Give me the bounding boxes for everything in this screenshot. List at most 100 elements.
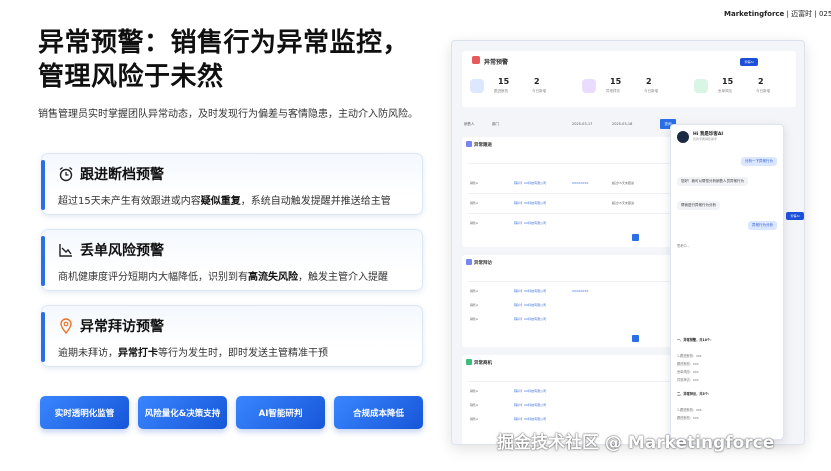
- logo-cn: 迈富时: [791, 10, 813, 18]
- card-desc: 逾期未拜访，异常打卡等行为发生时，即时发送主管精准干预: [58, 348, 328, 359]
- brand-logo: Marketingforce | 迈富时 | 02556.HK: [724, 9, 831, 19]
- stat-label: 今日新增: [756, 89, 770, 93]
- ai-list-item: 1.跟进断档：xxx: [677, 354, 702, 358]
- stat-num: 15: [498, 77, 510, 86]
- cell-link[interactable]: 【客户】XX科技有限公司: [512, 303, 546, 307]
- cell-link[interactable]: 【客户】XX科技有限公司: [512, 221, 546, 225]
- pill-realtime: 实时透明化监管: [40, 396, 129, 429]
- ai-section: 二、异常拜访，共5个：: [677, 392, 712, 396]
- cell-phone: XXXXXXXX: [572, 181, 589, 185]
- pill-risk-quant: 风险量化&决策支持: [138, 396, 227, 429]
- stat-icon: [582, 79, 596, 93]
- ai-list-item: 跟进断档：xxx: [677, 416, 699, 420]
- feature-card-followup: 跟进断档预警 超过15天未产生有效跟进或内容疑似重复，系统自动触发提醒并推送给主…: [41, 153, 423, 215]
- card-accent-bar: [41, 160, 45, 210]
- cell-person: 销售A: [470, 417, 479, 421]
- ai-message: 帮我进行异常行为分析: [677, 201, 720, 210]
- page-subtitle: 销售管理员实时掌握团队异常动态，及时发现行为偏差与客情隐患，主动介入防风险。: [38, 109, 418, 120]
- card-title: 丢单风险预警: [80, 243, 164, 259]
- stat-label: 异常拜访: [606, 89, 620, 93]
- panel-icon: [466, 141, 472, 147]
- user-message: 分析一下异常行为: [741, 157, 777, 166]
- stat-icon: [470, 79, 484, 93]
- watermark: 掘金技术社区 @ Marketingforce: [497, 433, 775, 453]
- ai-message: 您好！我可以帮您分析销售人员异常行为: [677, 177, 748, 186]
- stat-num: 2: [646, 77, 652, 86]
- card-accent-bar: [41, 312, 45, 362]
- title-line-2: 管理风险于未然: [38, 62, 224, 92]
- stat-label: 今日新增: [644, 89, 658, 93]
- panel-visit: 异常拜访 销售A 【客户】XX科技有限公司 XXXXXXXX 销售A 【客户】X…: [462, 255, 677, 347]
- pill-compliance: 合规成本降低: [334, 396, 423, 429]
- cell-desc: 超过15天未跟进: [612, 181, 634, 185]
- cell-person: 销售A: [470, 221, 479, 225]
- page-title: 异常预警：销售行为异常监控， 管理风险于未然: [38, 26, 409, 94]
- warning-icon: [472, 56, 480, 64]
- alarm-clock-icon: [59, 166, 73, 182]
- cell-link[interactable]: 【客户】XX科技有限公司: [512, 201, 546, 205]
- cell-link[interactable]: 【客户】XX科技有限公司: [512, 181, 546, 185]
- panel-title: 异常跟进: [474, 143, 492, 148]
- location-pin-icon: [60, 318, 72, 334]
- stat-loss: 15 丢单风险 2 今日新增: [694, 75, 794, 101]
- cell-person: 销售A: [470, 181, 479, 185]
- panel-followup: 异常跟进 销售A 【客户】XX科技有限公司 XXXXXXXX 超过15天未跟进 …: [462, 137, 677, 247]
- panel-icon: [466, 359, 472, 365]
- stat-followup: 15 跟进断档 2 今日新增: [470, 75, 570, 101]
- stat-num: 2: [758, 77, 764, 86]
- pager-current[interactable]: [632, 335, 639, 342]
- stat-num: 2: [534, 77, 540, 86]
- filter-date-start[interactable]: 2025-03-17: [572, 122, 592, 126]
- cell-phone: XXXXXXXX: [572, 289, 589, 293]
- cell-person: 销售A: [470, 389, 479, 393]
- stock-code: 02556.HK: [818, 10, 831, 18]
- panel-title: 异常商机: [474, 361, 492, 366]
- cell-link[interactable]: 【客户】XX科技有限公司: [512, 417, 546, 421]
- pager-current[interactable]: [632, 234, 639, 241]
- card-title: 跟进断档预警: [80, 167, 164, 183]
- card-title: 异常拜访预警: [80, 319, 164, 335]
- cell-link[interactable]: 【客户】XX科技有限公司: [512, 317, 546, 321]
- ai-thinking: 思考中...: [677, 244, 690, 248]
- ai-tag-button[interactable]: 珍客AI: [786, 212, 804, 220]
- filter-dept[interactable]: 部门: [492, 122, 499, 127]
- filter-owner[interactable]: 销售人: [464, 122, 475, 127]
- stat-label: 今日新增: [532, 89, 546, 93]
- filter-date-end[interactable]: 2025-03-18: [612, 122, 632, 126]
- ai-subtitle: 您的专属销售助手: [693, 137, 718, 141]
- cell-link[interactable]: 【客户】XX科技有限公司: [512, 289, 546, 293]
- user-message: 异常行为分析: [748, 221, 777, 230]
- stat-visit: 15 异常拜访 2 今日新增: [582, 75, 682, 101]
- ai-section: 一、异常预警，共10个：: [677, 338, 714, 342]
- trend-down-icon: [59, 244, 72, 257]
- cell-person: 销售A: [470, 201, 479, 205]
- stat-label: 跟进断档: [494, 89, 508, 93]
- cell-person: 销售A: [470, 317, 479, 321]
- cell-link[interactable]: 【客户】XX科技有限公司: [512, 403, 546, 407]
- ai-avatar: [677, 131, 689, 143]
- dashboard-title: 异常预警: [484, 59, 509, 66]
- card-desc: 超过15天未产生有效跟进或内容疑似重复，系统自动触发提醒并推送给主管: [58, 196, 391, 207]
- panel-title: 异常拜访: [474, 261, 492, 266]
- cell-person: 销售A: [470, 403, 479, 407]
- ai-tag-button[interactable]: 珍客AI: [740, 58, 758, 66]
- ai-assistant-panel: Hi 我是珍客AI 您的专属销售助手 分析一下异常行为 您好！我可以帮您分析销售…: [670, 124, 784, 440]
- ai-list-item: 跟进断档：xxx: [677, 362, 699, 366]
- cell-person: 销售A: [470, 303, 479, 307]
- ai-list-item: 异常拜访：xxx: [677, 378, 699, 382]
- card-accent-bar: [41, 236, 45, 286]
- stat-num: 15: [610, 77, 622, 86]
- stat-label: 丢单风险: [718, 89, 732, 93]
- cell-person: 销售A: [470, 289, 479, 293]
- feature-card-loss-risk: 丢单风险预警 商机健康度评分短期内大幅降低，识别到有高流失风险，触发主管介入提醒: [41, 229, 423, 291]
- ai-list-item: 1.跟进断档：xxx: [677, 408, 702, 412]
- stat-num: 15: [722, 77, 734, 86]
- logo-name: Marketingforce: [724, 10, 785, 18]
- cell-link[interactable]: 【客户】XX科技有限公司: [512, 389, 546, 393]
- feature-card-visit: 异常拜访预警 逾期未拜访，异常打卡等行为发生时，即时发送主管精准干预: [41, 305, 423, 367]
- card-desc: 商机健康度评分短期内大幅降低，识别到有高流失风险，触发主管介入提醒: [58, 272, 388, 283]
- ai-list-item: 丢单风险：xxx: [677, 370, 699, 374]
- panel-icon: [466, 259, 472, 265]
- pill-ai: AI智能研判: [236, 396, 325, 429]
- stat-icon: [694, 79, 708, 93]
